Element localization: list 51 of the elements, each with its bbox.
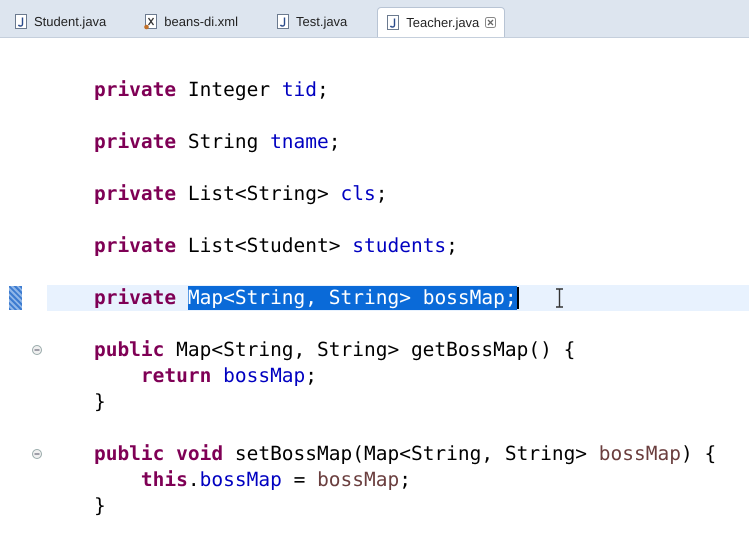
bookmark-marker xyxy=(9,286,22,310)
close-icon[interactable] xyxy=(485,17,496,28)
xml-file-icon xyxy=(144,14,158,30)
code-text: private xyxy=(92,234,176,258)
selected-code-text: bossMap xyxy=(422,286,505,310)
code-text: ; xyxy=(446,234,458,258)
code-text: ) { xyxy=(680,442,716,466)
java-file-icon xyxy=(386,14,400,30)
code-text: private xyxy=(92,78,176,102)
code-text: bossMap xyxy=(223,364,306,388)
text-cursor-icon xyxy=(554,288,564,308)
code-text: bossMap xyxy=(317,468,400,492)
editor-tab[interactable]: Student.java xyxy=(6,7,114,37)
code-text: bossMap xyxy=(598,442,681,466)
code-text: setBossMap(Map<String, String> xyxy=(234,442,588,466)
code-text: return xyxy=(140,364,212,388)
selected-code-text: ; xyxy=(504,286,517,310)
code-text: private xyxy=(92,182,176,206)
code-text: this xyxy=(140,468,188,492)
code-text: cls xyxy=(340,182,376,206)
code-text: public void xyxy=(92,442,224,466)
code-text: private xyxy=(92,286,178,310)
code-text: } xyxy=(92,494,106,518)
code-text: ; xyxy=(305,364,318,388)
code-text: tid xyxy=(282,78,318,102)
code-text: ; xyxy=(399,468,411,492)
code-text: ; xyxy=(376,182,388,206)
text-caret xyxy=(516,287,519,309)
code-text: ; xyxy=(328,130,341,154)
code-text: tname xyxy=(270,130,329,154)
code-text: Integer xyxy=(186,78,272,102)
collapse-icon[interactable] xyxy=(32,449,42,459)
code-text: private xyxy=(92,130,176,154)
code-text: . xyxy=(188,468,200,492)
java-file-icon xyxy=(14,14,28,30)
code-text: } xyxy=(92,390,106,414)
code-text: String xyxy=(186,130,260,154)
code-text: students xyxy=(352,234,446,258)
editor-tab[interactable]: Teacher.java xyxy=(377,7,506,37)
selected-code-text: Map<String, String> xyxy=(188,286,423,310)
code-text: bossMap xyxy=(200,468,282,492)
collapse-icon[interactable] xyxy=(32,345,42,355)
code-text: List<String> xyxy=(186,182,330,206)
editor-tab[interactable]: Test.java xyxy=(268,7,356,37)
code-text: ; xyxy=(317,78,329,102)
editor-tab[interactable]: beans-di.xml xyxy=(136,7,246,37)
java-file-icon xyxy=(276,14,290,30)
code-text: List<Student> xyxy=(186,234,342,258)
code-text: public xyxy=(92,338,164,362)
code-text: Map<String, String> getBossMap() { xyxy=(175,338,576,362)
code-text: = xyxy=(292,468,306,492)
